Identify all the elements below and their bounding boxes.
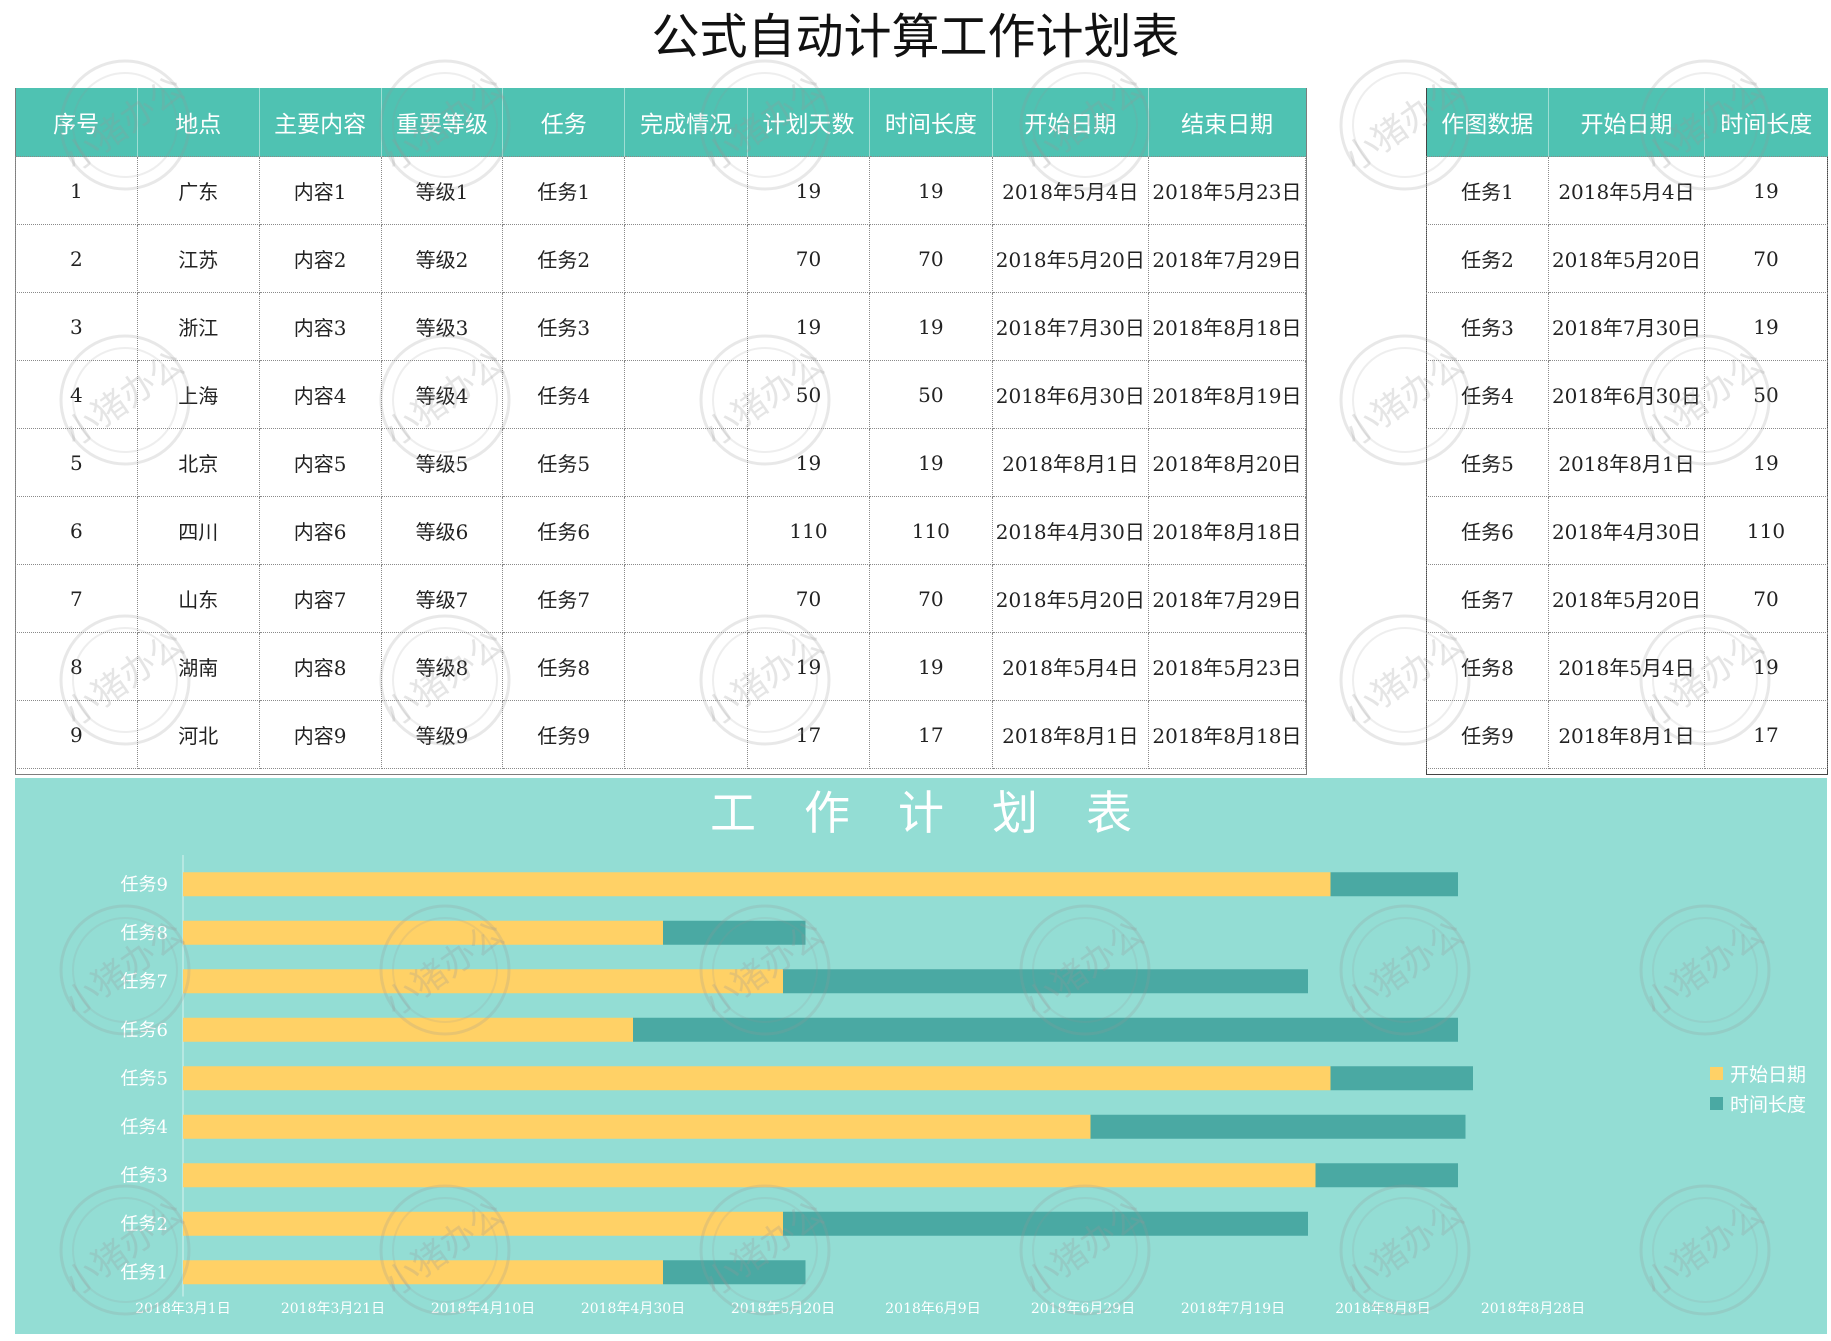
bar-duration bbox=[783, 1211, 1308, 1236]
bar-duration bbox=[663, 920, 806, 945]
y-tick-label: 任务4 bbox=[121, 1117, 168, 1138]
chart-legend: 开始日期 时间长度 bbox=[1710, 1058, 1806, 1118]
bar-start-date bbox=[183, 872, 1331, 897]
x-tick-label: 2018年4月30日 bbox=[581, 1301, 685, 1317]
y-tick-label: 任务8 bbox=[121, 923, 168, 944]
bar-start-date bbox=[183, 920, 663, 945]
x-tick-label: 2018年6月29日 bbox=[1031, 1301, 1135, 1317]
bar-duration bbox=[1090, 1114, 1466, 1139]
y-tick-label: 任务5 bbox=[121, 1068, 168, 1089]
x-tick-label: 2018年4月10日 bbox=[431, 1301, 535, 1317]
bar-start-date bbox=[183, 1211, 783, 1236]
bar-duration bbox=[633, 1017, 1458, 1042]
bar-start-date bbox=[183, 1163, 1316, 1188]
y-tick-label: 任务6 bbox=[121, 1020, 168, 1041]
x-tick-label: 2018年3月21日 bbox=[281, 1301, 385, 1317]
bar-duration bbox=[1330, 872, 1458, 897]
gantt-chart: 任务1 任务2 任务3 任务4 任务5 任务6 任务7 任务8 任务9 2018年3月1日 2018… bbox=[121, 855, 1585, 1317]
y-tick-label: 任务9 bbox=[121, 874, 168, 895]
legend-item: 开始日期 bbox=[1710, 1058, 1806, 1088]
legend-label: 时间长度 bbox=[1730, 1093, 1807, 1116]
bar-duration bbox=[1330, 1066, 1473, 1091]
legend-label: 开始日期 bbox=[1730, 1063, 1807, 1086]
y-tick-label: 任务1 bbox=[121, 1262, 168, 1283]
bar-start-date bbox=[183, 969, 783, 994]
bar-start-date bbox=[183, 1017, 633, 1042]
y-tick-label: 任务7 bbox=[121, 971, 168, 992]
x-tick-label: 2018年7月19日 bbox=[1181, 1301, 1285, 1317]
y-tick-label: 任务3 bbox=[121, 1165, 168, 1186]
x-tick-label: 2018年3月1日 bbox=[135, 1301, 230, 1317]
x-tick-label: 2018年6月9日 bbox=[885, 1301, 980, 1317]
bar-start-date bbox=[183, 1260, 663, 1285]
x-tick-label: 2018年8月8日 bbox=[1335, 1301, 1430, 1317]
bar-duration bbox=[663, 1260, 806, 1285]
legend-item: 时间长度 bbox=[1710, 1088, 1806, 1118]
y-tick-label: 任务2 bbox=[121, 1214, 168, 1235]
bar-start-date bbox=[183, 1114, 1091, 1139]
legend-swatch bbox=[1710, 1066, 1723, 1080]
legend-swatch bbox=[1710, 1096, 1723, 1110]
x-tick-label: 2018年8月28日 bbox=[1481, 1301, 1585, 1317]
bar-duration bbox=[1315, 1163, 1458, 1188]
bar-duration bbox=[783, 969, 1308, 994]
bar-start-date bbox=[183, 1066, 1331, 1091]
x-tick-label: 2018年5月20日 bbox=[731, 1301, 835, 1317]
